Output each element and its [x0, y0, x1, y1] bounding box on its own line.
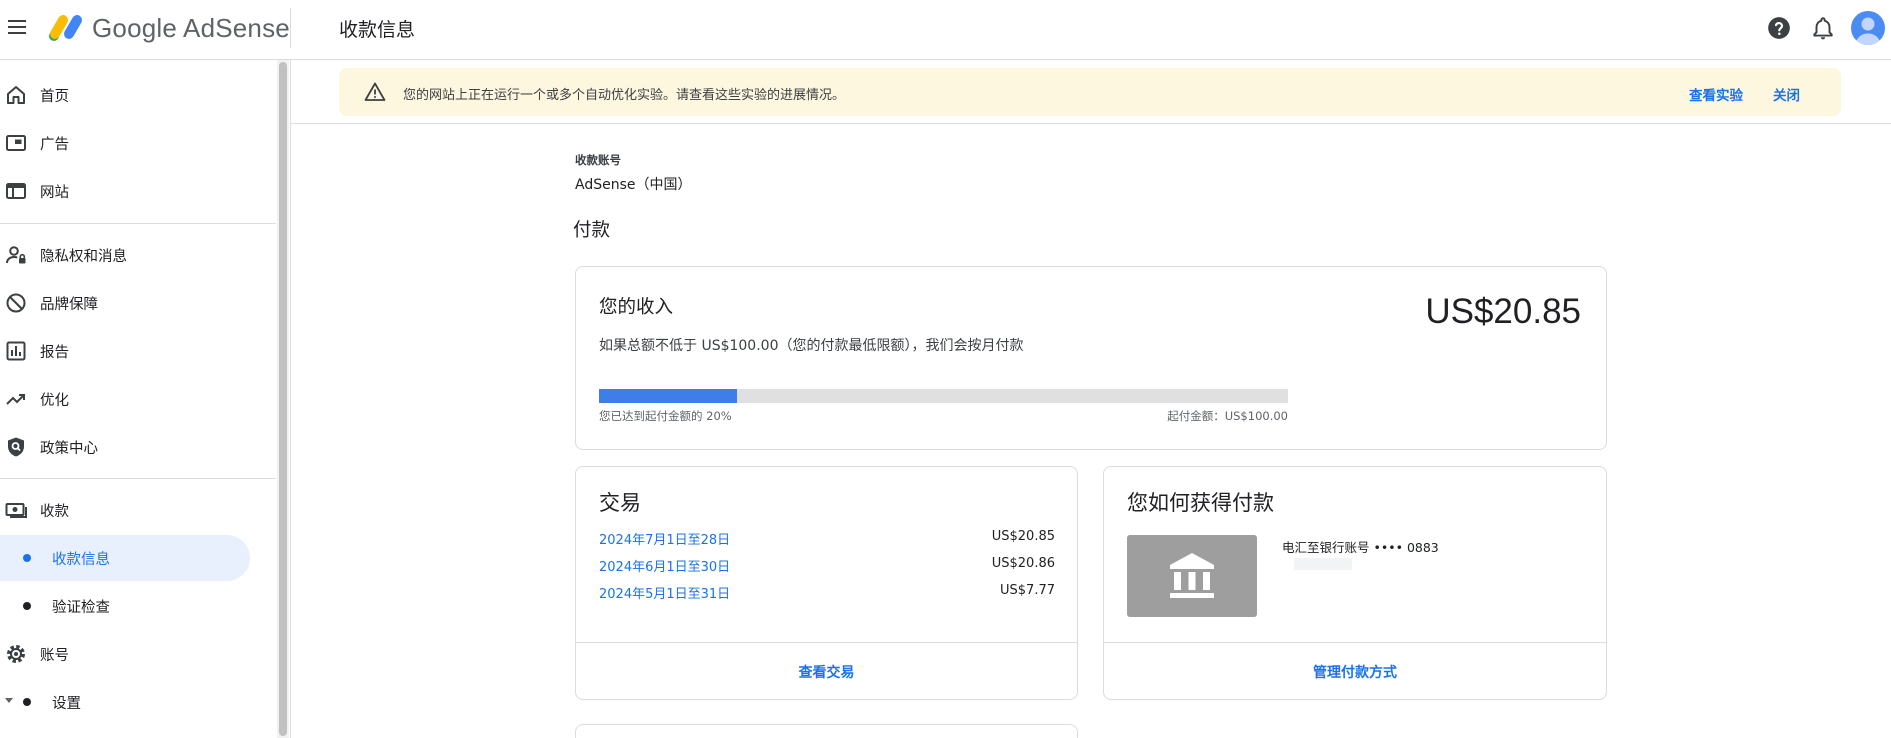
sidebar-item-label: 设置 [52, 696, 81, 712]
payment-method-title: 您如何获得付款 [1127, 491, 1274, 515]
adsense-logo-icon [49, 15, 82, 41]
transaction-row: 2024年5月1日至31日 US$7.77 [599, 583, 1055, 605]
sidebar-item-label: 收款 [40, 504, 69, 520]
transaction-row: 2024年6月1日至30日 US$20.86 [599, 556, 1055, 578]
bank-thumbnail [1127, 535, 1257, 617]
sidebar-item-account[interactable]: 账号 [0, 631, 260, 677]
masked-detail [1294, 558, 1352, 570]
sidebar-item-label: 隐私权和消息 [40, 249, 127, 265]
home-icon [7, 86, 25, 104]
next-card [575, 724, 1078, 738]
sidebar-item-sites[interactable]: 网站 [0, 168, 260, 214]
hamburger-menu-icon[interactable] [6, 16, 28, 38]
view-transactions-button[interactable]: 查看交易 [576, 662, 1077, 682]
privacy-icon [6, 246, 26, 264]
scrollbar-thumb[interactable] [279, 62, 287, 736]
transaction-amount: US$20.85 [991, 529, 1055, 544]
progress-reached-label: 您已达到起付金额的 20% [599, 409, 732, 423]
sidebar-item-verification[interactable]: 验证检查 [0, 583, 260, 629]
sidebar-item-label: 收款信息 [52, 552, 110, 568]
warning-icon [364, 82, 386, 101]
earnings-amount: US$20.85 [1425, 292, 1581, 331]
bullet-dot-icon [23, 602, 31, 610]
notifications-bell-icon[interactable] [1810, 15, 1836, 41]
header-divider [290, 8, 291, 48]
transactions-card: 交易 2024年7月1日至28日 US$20.85 2024年6月1日至30日 … [575, 466, 1078, 700]
earnings-title: 您的收入 [599, 297, 674, 318]
sidebar-item-label: 广告 [40, 137, 69, 153]
sidebar-nav: 首页 广告 网站 隐私权和消息 品牌保障 报告 优化 政策中心 收款 收款信息 … [0, 60, 276, 738]
sidebar-item-label: 优化 [40, 393, 69, 409]
user-avatar[interactable] [1851, 11, 1885, 45]
person-icon [1855, 17, 1881, 45]
payments-icon [5, 503, 27, 518]
block-icon [6, 293, 26, 313]
payments-section-title: 付款 [573, 220, 611, 241]
policy-shield-icon [8, 437, 24, 457]
banner-message: 您的网站上正在运行一个或多个自动优化实验。请查看这些实验的进展情况。 [403, 88, 846, 103]
transaction-row: 2024年7月1日至28日 US$20.85 [599, 529, 1055, 551]
progress-fill [599, 389, 737, 403]
sidebar-item-label: 网站 [40, 185, 69, 201]
expand-caret-icon[interactable] [5, 698, 13, 703]
transactions-title: 交易 [599, 491, 641, 515]
transaction-amount: US$7.77 [1000, 583, 1055, 598]
sidebar-item-privacy[interactable]: 隐私权和消息 [0, 232, 260, 278]
earnings-card: 您的收入 US$20.85 如果总额不低于 US$100.00（您的付款最低限额… [575, 266, 1607, 450]
sidebar-item-optimization[interactable]: 优化 [0, 376, 260, 422]
sidebar-item-label: 品牌保障 [40, 297, 98, 313]
sidebar-item-home[interactable]: 首页 [0, 72, 260, 118]
sites-icon [6, 183, 26, 199]
sidebar-item-payment-info[interactable]: 收款信息 [0, 535, 250, 581]
payment-account-label: 收款账号 [575, 153, 621, 167]
sidebar-item-ads[interactable]: 广告 [0, 120, 260, 166]
payment-threshold-label: 起付金额：US$100.00 [1167, 409, 1288, 423]
trending-up-icon [6, 394, 25, 405]
transaction-period-link[interactable]: 2024年6月1日至30日 [599, 556, 730, 575]
brand-name: Google AdSense [92, 13, 290, 43]
earnings-description: 如果总额不低于 US$100.00（您的付款最低限额），我们会按月付款 [599, 338, 1024, 354]
card-divider [1104, 642, 1606, 643]
nav-divider [0, 223, 276, 224]
manage-payment-methods-button[interactable]: 管理付款方式 [1104, 662, 1606, 682]
transaction-period-link[interactable]: 2024年5月1日至31日 [599, 583, 730, 602]
reports-icon [6, 341, 26, 361]
nav-divider [0, 478, 276, 479]
gear-icon [7, 645, 25, 663]
bullet-dot-icon [23, 698, 31, 706]
page-title: 收款信息 [339, 19, 416, 41]
ads-icon [6, 135, 26, 151]
sidebar-item-label: 政策中心 [40, 441, 98, 457]
payment-method-card: 您如何获得付款 电汇至银行账号 •••• 0883 管理付款方式 [1103, 466, 1607, 700]
view-experiments-link[interactable]: 查看实验 [1689, 84, 1743, 104]
main-divider [290, 60, 291, 738]
payment-threshold-progress [599, 389, 1288, 403]
sidebar-item-settings[interactable]: 设置 [0, 679, 260, 725]
sidebar-scrollbar[interactable] [277, 60, 289, 738]
close-banner-button[interactable]: 关闭 [1773, 84, 1800, 104]
sidebar-item-label: 报告 [40, 345, 69, 361]
top-app-bar: Google AdSense 收款信息 [0, 0, 1891, 60]
transaction-amount: US$20.86 [991, 556, 1055, 571]
sidebar-item-label: 首页 [40, 89, 69, 105]
sidebar-item-label: 账号 [40, 648, 69, 664]
sidebar-item-brand-safety[interactable]: 品牌保障 [0, 280, 260, 326]
banner-area: 您的网站上正在运行一个或多个自动优化实验。请查看这些实验的进展情况。 查看实验 … [291, 60, 1891, 124]
transaction-period-link[interactable]: 2024年7月1日至28日 [599, 529, 730, 548]
bank-icon [1170, 553, 1214, 598]
sidebar-item-reports[interactable]: 报告 [0, 328, 260, 374]
sidebar-item-payments[interactable]: 收款 [0, 487, 260, 533]
bank-account-text: 电汇至银行账号 •••• 0883 [1282, 540, 1439, 555]
sidebar-item-label: 验证检查 [52, 600, 110, 616]
bullet-dot-icon [23, 554, 31, 562]
payment-account-value: AdSense（中国） [575, 177, 692, 193]
experiment-banner: 您的网站上正在运行一个或多个自动优化实验。请查看这些实验的进展情况。 查看实验 … [339, 68, 1841, 116]
sidebar-item-policy-center[interactable]: 政策中心 [0, 424, 260, 470]
card-divider [576, 642, 1077, 643]
help-icon[interactable] [1766, 15, 1792, 41]
